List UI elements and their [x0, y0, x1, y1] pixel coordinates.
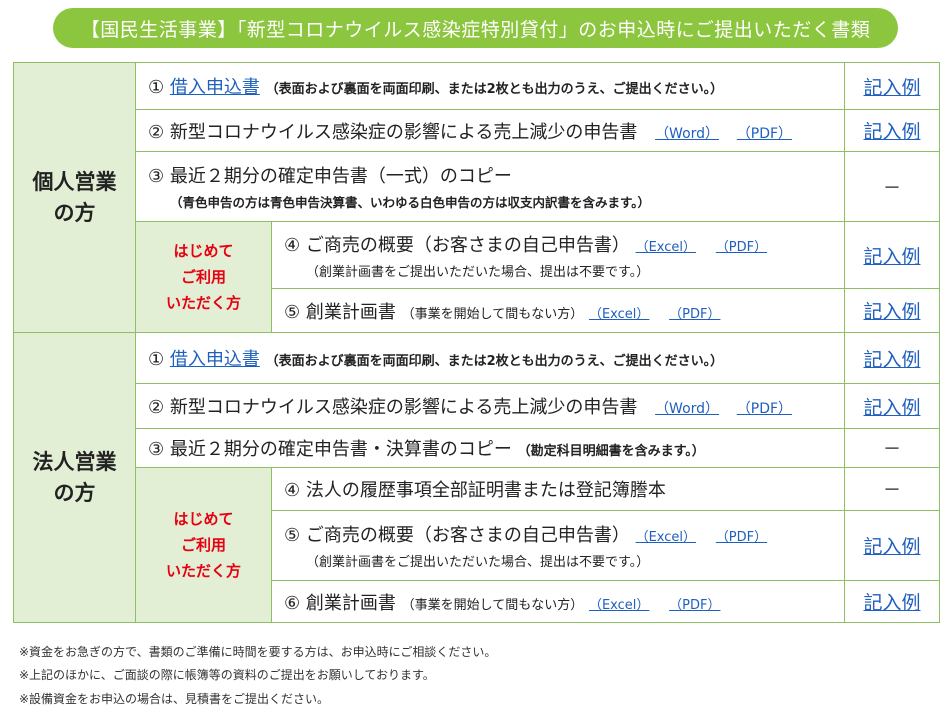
not-applicable-dash: －	[844, 428, 940, 468]
loan-application-link[interactable]: 借入申込書	[170, 349, 260, 370]
example-link[interactable]: 記入例	[863, 592, 920, 614]
table-row: ③ 最近２期分の確定申告書・決算書のコピー （勘定科目明細書を含みます。） －	[14, 428, 940, 468]
excel-download-link[interactable]: （Excel）	[589, 307, 649, 322]
example-link[interactable]: 記入例	[863, 246, 920, 268]
corporate-doc-4: ④ 法人の履歴事項全部証明書または登記簿謄本	[271, 467, 845, 511]
documents-table: 個人営業 の方 ① 借入申込書 （表面および裏面を両面印刷、または2枚とも出力の…	[13, 62, 940, 623]
example-link[interactable]: 記入例	[863, 121, 920, 143]
corporate-doc-2: ② 新型コロナウイルス感染症の影響による売上減少の申告書 （Word） （PDF…	[135, 383, 845, 429]
pdf-download-link[interactable]: （PDF）	[669, 598, 720, 613]
page-title-banner: 【国民生活事業】「新型コロナウイルス感染症特別貸付」のお申込時にご提出いただく書…	[53, 8, 898, 48]
footnote: ※資金をお急ぎの方で、書類のご準備に時間を要する方は、お申込時にご相談ください。	[19, 645, 497, 659]
word-download-link[interactable]: （Word）	[655, 126, 719, 142]
pdf-download-link[interactable]: （PDF）	[669, 307, 720, 322]
pdf-download-link[interactable]: （PDF）	[716, 530, 767, 545]
table-row: 個人営業 の方 ① 借入申込書 （表面および裏面を両面印刷、または2枚とも出力の…	[13, 62, 940, 333]
excel-download-link[interactable]: （Excel）	[636, 530, 696, 545]
table-row: ③ 最近２期分の確定申告書（一式）のコピー （青色申告の方は青色申告決算書、いわ…	[14, 151, 940, 222]
corporate-doc-3: ③ 最近２期分の確定申告書・決算書のコピー （勘定科目明細書を含みます。）	[135, 428, 845, 468]
loan-application-link[interactable]: 借入申込書	[170, 77, 260, 98]
example-link[interactable]: 記入例	[863, 397, 920, 419]
corporate-doc-5: ⑤ ご商売の概要（お客さまの自己申告書） （Excel） （PDF） （創業計画…	[271, 510, 845, 581]
first-time-user-label: はじめて ご利用 いただく方	[135, 467, 272, 623]
example-link[interactable]: 記入例	[863, 536, 920, 558]
individual-doc-5: ⑤ 創業計画書 （事業を開始して間もない方） （Excel） （PDF）	[271, 288, 845, 333]
not-applicable-dash: －	[844, 151, 940, 222]
individual-doc-1: ① 借入申込書 （表面および裏面を両面印刷、または2枚とも出力のうえ、ご提出くだ…	[135, 62, 845, 110]
word-download-link[interactable]: （Word）	[655, 401, 719, 417]
table-row: ② 新型コロナウイルス感染症の影響による売上減少の申告書 （Word） （PDF…	[14, 383, 940, 429]
example-link[interactable]: 記入例	[863, 301, 920, 323]
pdf-download-link[interactable]: （PDF）	[716, 240, 767, 255]
not-applicable-dash: －	[844, 467, 940, 511]
excel-download-link[interactable]: （Excel）	[636, 240, 696, 255]
excel-download-link[interactable]: （Excel）	[589, 598, 649, 613]
individual-doc-3: ③ 最近２期分の確定申告書（一式）のコピー （青色申告の方は青色申告決算書、いわ…	[135, 151, 845, 222]
pdf-download-link[interactable]: （PDF）	[737, 401, 792, 417]
example-link[interactable]: 記入例	[863, 77, 920, 99]
footnote: ※設備資金をお申込の場合は、見積書をご提出ください。	[19, 692, 330, 706]
table-row: はじめて ご利用 いただく方 ④ 法人の履歴事項全部証明書または登記簿謄本 －	[14, 467, 940, 623]
table-row: ② 新型コロナウイルス感染症の影響による売上減少の申告書 （Word） （PDF…	[14, 109, 940, 152]
table-row: 法人営業 の方 ① 借入申込書 （表面および裏面を両面印刷、または2枚とも出力の…	[13, 332, 940, 623]
example-link[interactable]: 記入例	[863, 349, 920, 371]
first-time-user-label: はじめて ご利用 いただく方	[135, 221, 272, 333]
individual-doc-2: ② 新型コロナウイルス感染症の影響による売上減少の申告書 （Word） （PDF…	[135, 109, 845, 152]
individual-doc-4: ④ ご商売の概要（お客さまの自己申告書） （Excel） （PDF） （創業計画…	[271, 221, 845, 289]
corporate-section-header: 法人営業 の方	[13, 332, 136, 623]
corporate-doc-1: ① 借入申込書 （表面および裏面を両面印刷、または2枚とも出力のうえ、ご提出くだ…	[135, 332, 845, 384]
pdf-download-link[interactable]: （PDF）	[737, 126, 792, 142]
footnote: ※上記のほかに、ご面談の際に帳簿等の資料のご提出をお願いしております。	[19, 668, 435, 682]
individual-section-header: 個人営業 の方	[13, 62, 136, 333]
corporate-doc-6: ⑥ 創業計画書 （事業を開始して間もない方） （Excel） （PDF）	[271, 580, 845, 623]
table-row: はじめて ご利用 いただく方 ④ ご商売の概要（お客さまの自己申告書） （Exc…	[14, 221, 940, 333]
